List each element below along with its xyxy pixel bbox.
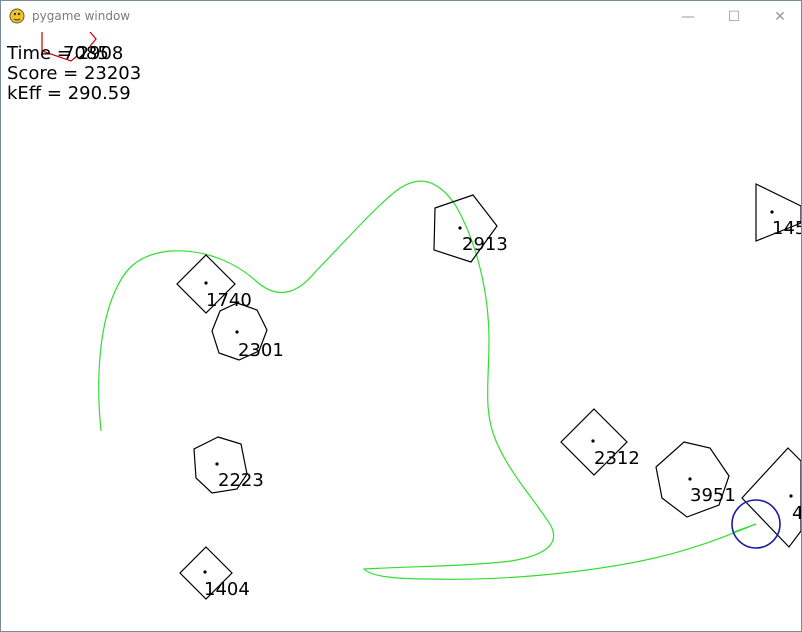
score-readout: Score = 23203 — [7, 63, 142, 84]
pygame-window: pygame window — ☐ ✕ 2913 14 1740 2301 23… — [0, 0, 802, 632]
maximize-icon: ☐ — [727, 8, 741, 25]
obstacle-label-2312: 2312 — [594, 448, 640, 469]
obstacle-label-2913: 2913 — [462, 234, 508, 255]
obstacle-4: 4 — [741, 447, 801, 548]
obstacle-2913: 2913 — [433, 194, 508, 263]
obstacle-1404: 1404 — [179, 546, 250, 600]
obstacle-label-145: 145 — [772, 218, 801, 239]
keff-readout: kEff = 290.59 — [7, 83, 131, 104]
player-trail — [98, 180, 757, 580]
game-canvas[interactable]: 2913 145 1740 2301 — [1, 31, 801, 631]
close-icon: ✕ — [774, 8, 786, 25]
obstacle-3951: 3951 — [655, 441, 736, 518]
minimize-button[interactable]: — — [665, 1, 711, 32]
obstacle-label-1740: 1740 — [206, 290, 252, 311]
obstacle-2312: 2312 — [560, 408, 640, 476]
maximize-button[interactable]: ☐ — [711, 1, 757, 32]
obstacle-label-3951: 3951 — [690, 485, 736, 506]
obstacle-label-4: 4 — [792, 503, 801, 524]
pygame-snake-icon — [9, 8, 25, 24]
obstacle-2223: 2223 — [193, 436, 264, 494]
time-overlap-readout: 7085 — [63, 43, 109, 64]
obstacle-145: 145 — [755, 183, 801, 242]
obstacle-label-1404: 1404 — [204, 579, 250, 600]
player-heading-line — [733, 523, 757, 533]
close-button[interactable]: ✕ — [757, 1, 801, 32]
game-scene: 2913 145 1740 2301 — [41, 31, 801, 600]
minimize-icon: — — [681, 8, 695, 25]
title-bar[interactable]: pygame window — ☐ ✕ — [1, 1, 801, 32]
obstacle-label-2223: 2223 — [218, 470, 264, 491]
obstacle-label-2301: 2301 — [238, 340, 284, 361]
window-title: pygame window — [32, 9, 131, 23]
obstacle-2301: 2301 — [211, 302, 284, 361]
